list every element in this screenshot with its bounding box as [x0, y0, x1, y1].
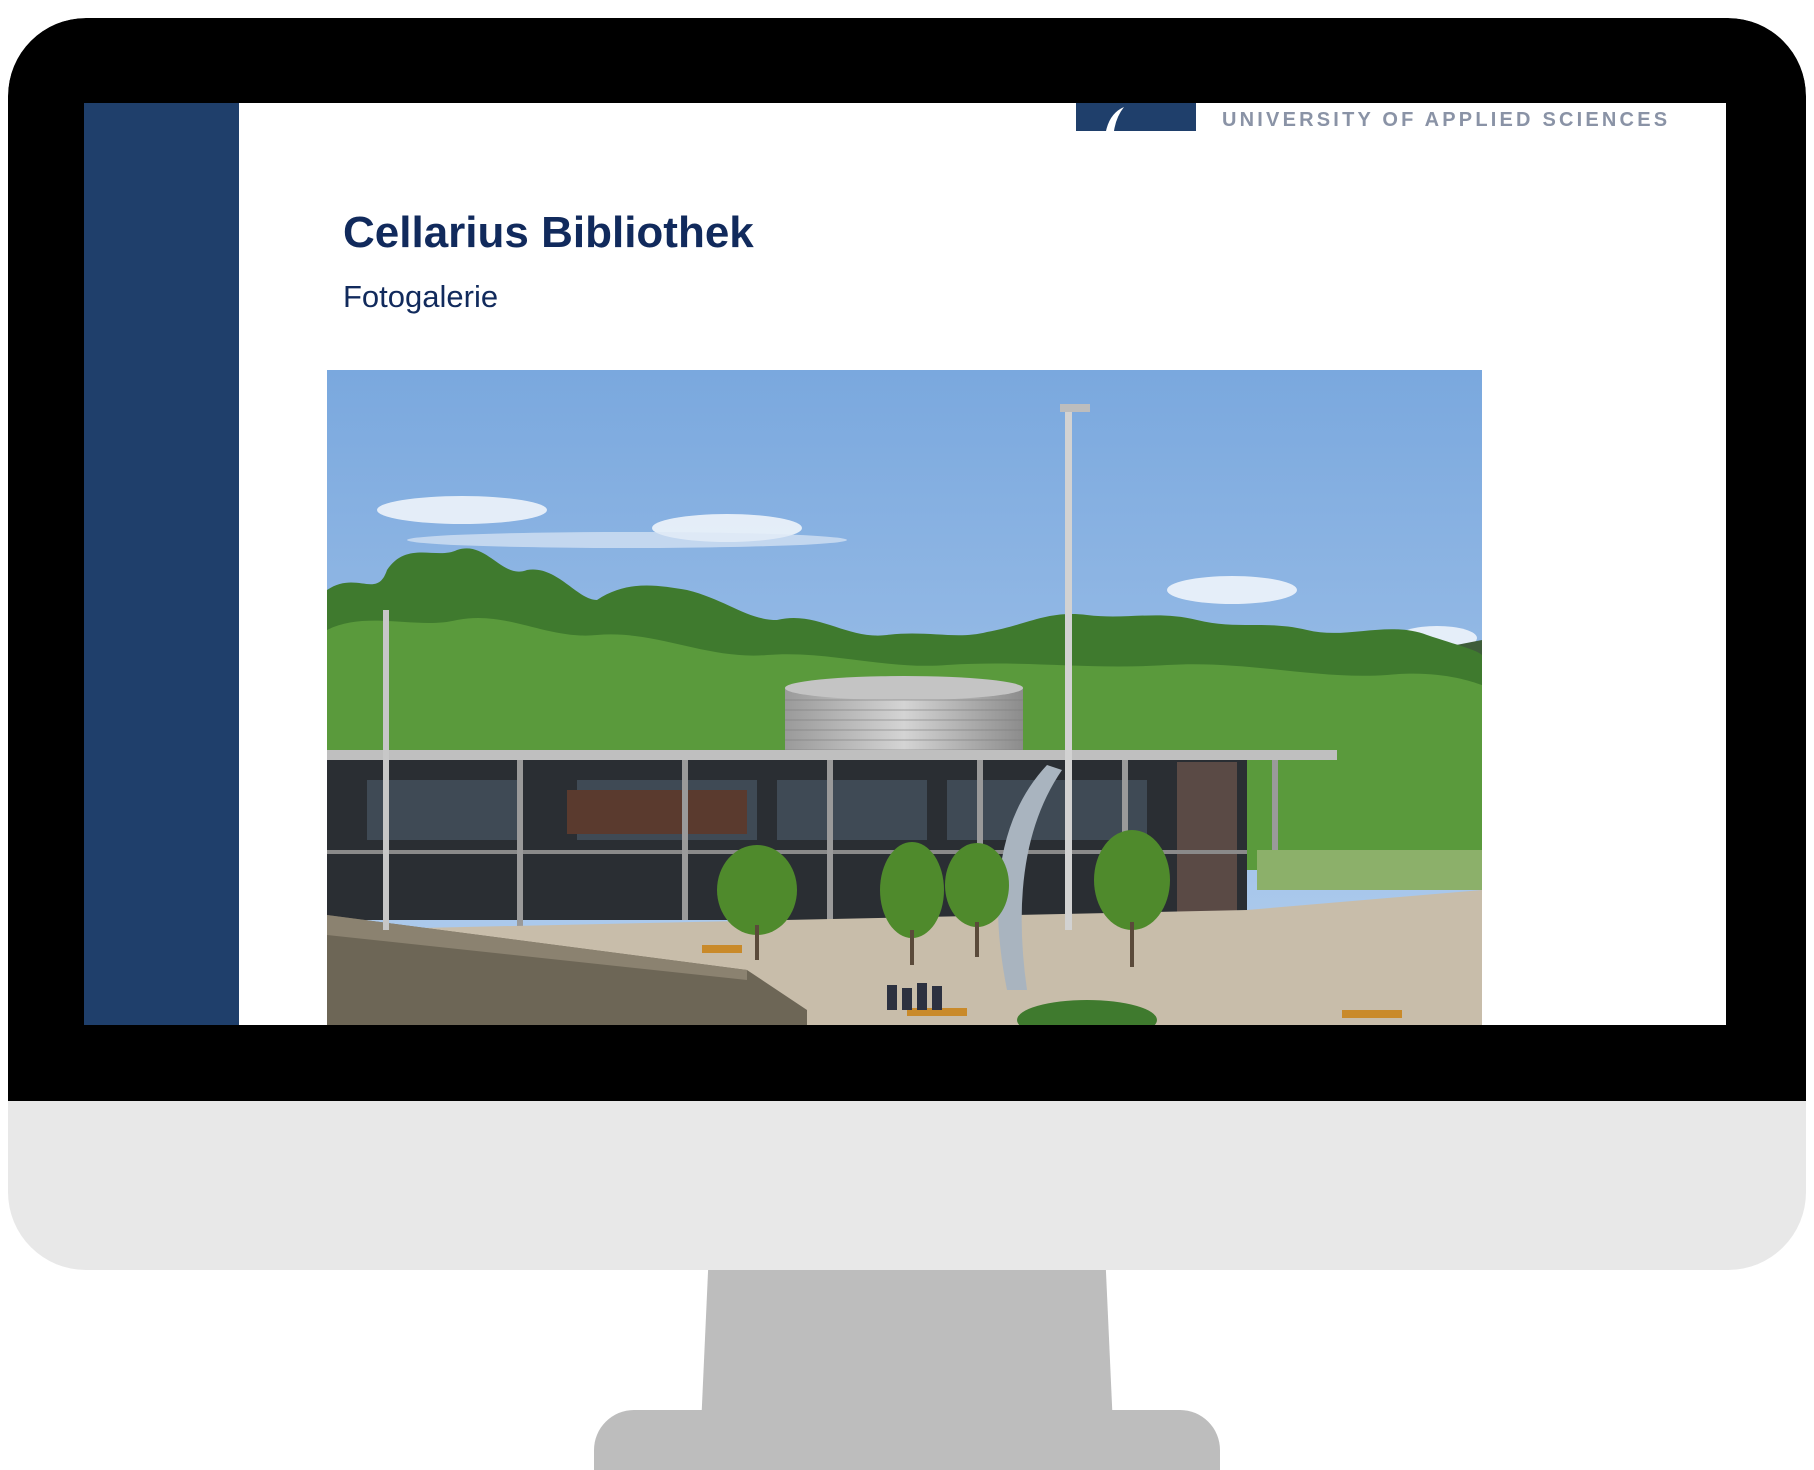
library-building-photo[interactable] — [327, 370, 1482, 1025]
page-subtitle: Fotogalerie — [343, 279, 499, 314]
website-screen: UNIVERSITY OF APPLIED SCIENCES Cellarius… — [84, 103, 1726, 1025]
sidebar-bar — [84, 103, 239, 1025]
monitor: UNIVERSITY OF APPLIED SCIENCES Cellarius… — [8, 18, 1806, 1270]
monitor-stand-base — [594, 1410, 1220, 1470]
page-title: Cellarius Bibliothek — [343, 208, 754, 257]
university-logo[interactable] — [1076, 103, 1196, 131]
university-tagline: UNIVERSITY OF APPLIED SCIENCES — [1222, 109, 1671, 131]
